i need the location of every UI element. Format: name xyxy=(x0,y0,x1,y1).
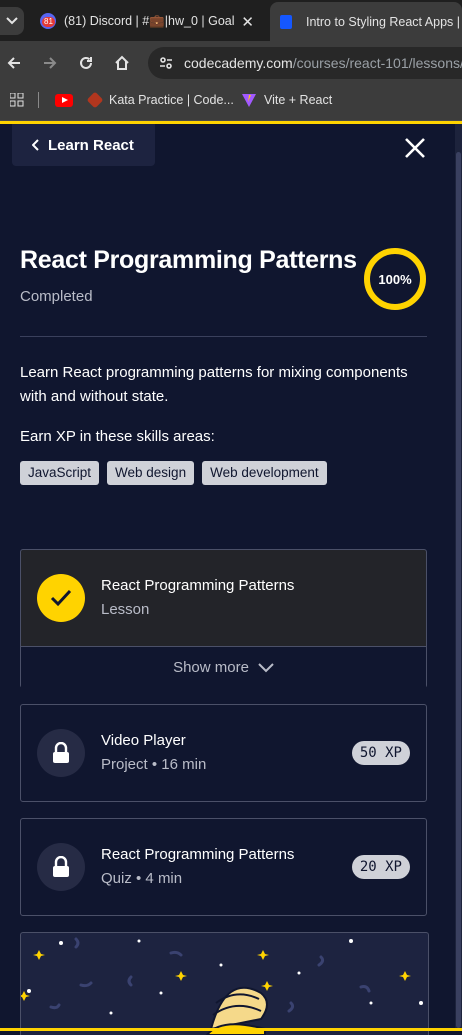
skill-tag: Web design xyxy=(107,461,195,485)
bookmarks-divider xyxy=(38,85,39,115)
completion-status: Completed xyxy=(20,288,93,305)
bookmark-vite-react[interactable]: Vite + React xyxy=(241,85,332,115)
apps-button[interactable] xyxy=(10,85,24,115)
lesson-title: React Programming Patterns xyxy=(101,577,295,594)
back-nav-button[interactable] xyxy=(2,51,26,75)
address-bar: codecademy.com/courses/react-101/lessons… xyxy=(0,41,462,85)
chevron-down-icon xyxy=(258,662,274,672)
browser-tab-bar: 81 (81) Discord | #💼|hw_0 | Goal ✕ Intro… xyxy=(0,0,462,41)
notification-badge: 81 xyxy=(42,17,55,27)
url-host: codecademy.com xyxy=(184,55,293,71)
discord-favicon-icon: 81 xyxy=(40,13,56,29)
back-button-label: Learn React xyxy=(48,136,134,154)
codewars-icon xyxy=(86,91,104,109)
reload-icon xyxy=(80,56,92,69)
forward-nav-button[interactable] xyxy=(38,51,62,75)
bookmark-label: Vite + React xyxy=(264,93,333,107)
close-icon xyxy=(405,138,425,158)
apps-grid-icon xyxy=(10,93,24,107)
home-icon xyxy=(115,55,129,70)
site-settings-icon[interactable] xyxy=(158,55,174,71)
confetti-illustration xyxy=(21,937,423,1035)
show-more-button[interactable]: Show more xyxy=(21,646,426,688)
progress-percent: 100% xyxy=(378,271,412,287)
browser-tab-discord[interactable]: 81 (81) Discord | #💼|hw_0 | Goal ✕ xyxy=(32,4,268,38)
lock-icon xyxy=(37,729,85,777)
home-button[interactable] xyxy=(110,51,134,75)
lock-icon xyxy=(37,843,85,891)
xp-badge: 20 XP xyxy=(351,855,410,879)
youtube-icon xyxy=(55,93,73,107)
codecademy-favicon-icon xyxy=(280,14,292,29)
close-tab-icon[interactable]: ✕ xyxy=(241,13,254,31)
quiz-card[interactable]: React Programming Patterns Quiz • 4 min … xyxy=(20,818,427,916)
module-description: Learn React programming patterns for mix… xyxy=(20,364,408,405)
vite-icon xyxy=(242,94,256,107)
completed-check-icon xyxy=(37,574,85,622)
project-title: Video Player xyxy=(101,732,186,749)
celebration-banner xyxy=(20,932,429,1035)
bookmark-kata-practice[interactable]: Kata Practice | Code... xyxy=(86,85,234,115)
arrow-right-icon xyxy=(44,57,57,69)
back-to-course-button[interactable]: Learn React xyxy=(12,124,155,166)
browser-tab-codecademy[interactable]: Intro to Styling React Apps | Re xyxy=(270,2,462,41)
quiz-title: React Programming Patterns xyxy=(101,846,295,863)
tab-title: (81) Discord | #💼|hw_0 | Goal xyxy=(64,13,234,28)
scrollbar-thumb[interactable] xyxy=(456,152,461,1028)
skill-tag: Web development xyxy=(202,461,327,485)
lesson-card: React Programming Patterns Lesson Show m… xyxy=(20,549,427,688)
reload-button[interactable] xyxy=(74,51,98,75)
skill-tags: JavaScript Web design Web development xyxy=(20,461,327,485)
section-divider xyxy=(20,336,427,337)
show-more-label: Show more xyxy=(173,659,249,676)
bookmark-label: Kata Practice | Code... xyxy=(109,93,234,107)
bottom-accent-bar xyxy=(0,1028,462,1031)
lesson-type: Lesson xyxy=(101,601,150,618)
url-field[interactable]: codecademy.com/courses/react-101/lessons… xyxy=(148,47,462,79)
skills-heading: Earn XP in these skills areas: xyxy=(20,428,215,445)
url-path: /courses/react-101/lessons/ xyxy=(292,55,462,71)
module-title: React Programming Patterns xyxy=(20,246,357,274)
close-button[interactable] xyxy=(400,133,430,163)
skill-tag: JavaScript xyxy=(20,461,100,485)
quiz-meta: Quiz • 4 min xyxy=(101,870,183,887)
chevron-left-icon xyxy=(32,139,40,151)
tab-search-button[interactable] xyxy=(0,7,24,35)
chevron-down-icon xyxy=(6,17,18,25)
bookmarks-bar: Kata Practice | Code... Vite + React xyxy=(0,85,462,121)
project-meta: Project • 16 min xyxy=(101,756,207,773)
bookmark-youtube[interactable] xyxy=(55,85,73,115)
tab-title: Intro to Styling React Apps | Re xyxy=(306,14,462,29)
xp-badge: 50 XP xyxy=(351,741,410,765)
arrow-left-icon xyxy=(7,57,20,69)
lesson-card-body[interactable]: React Programming Patterns Lesson xyxy=(21,550,426,646)
project-card[interactable]: Video Player Project • 16 min 50 XP xyxy=(20,704,427,802)
